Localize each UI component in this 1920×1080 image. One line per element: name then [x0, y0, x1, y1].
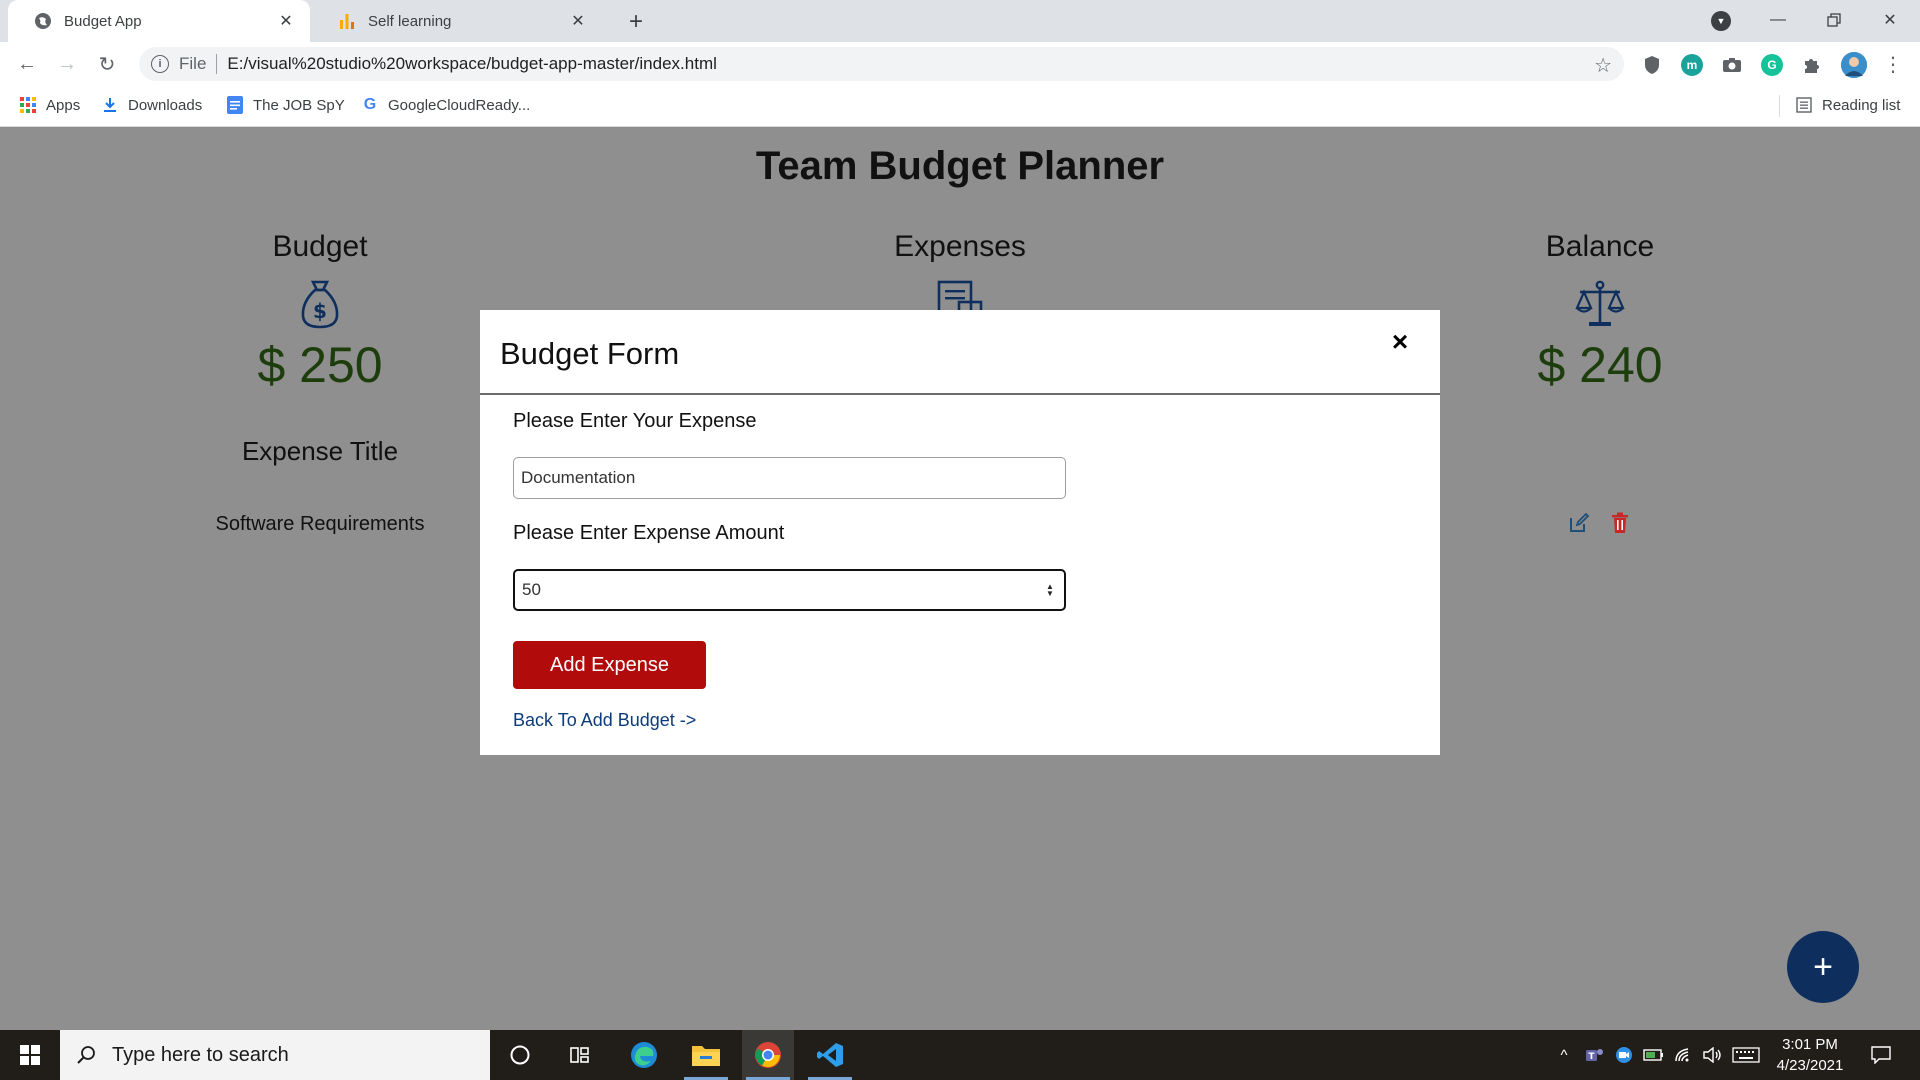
back-to-add-budget-link[interactable]: Back To Add Budget -> [513, 710, 696, 731]
tab-self-learning[interactable]: Self learning ✕ [312, 0, 602, 42]
restore-window-icon[interactable] [1806, 0, 1862, 40]
wifi-icon[interactable] [1672, 1030, 1696, 1080]
page-viewport: Team Budget Planner Budget $ $ 250 Expen… [0, 128, 1920, 1030]
budget-label: Budget [272, 230, 368, 263]
budget-form-modal: Budget Form × Please Enter Your Expense … [480, 310, 1440, 755]
puzzle-extensions-icon[interactable] [1801, 54, 1823, 76]
bookmark-apps[interactable]: Apps [19, 96, 80, 114]
bookmark-googlecloudready[interactable]: G GoogleCloudReady... [361, 96, 531, 114]
analytics-icon [338, 12, 356, 30]
number-spinner-icon[interactable]: ▲ ▼ [1046, 569, 1054, 611]
close-icon[interactable]: × [1382, 324, 1418, 360]
expenses-label: Expenses [894, 230, 1026, 263]
edit-icon[interactable] [1567, 511, 1591, 535]
clock-time: 3:01 PM [1782, 1036, 1838, 1053]
shield-extension-icon[interactable] [1641, 54, 1663, 76]
reading-list-icon [1795, 96, 1813, 114]
expense-title-input[interactable] [513, 457, 1066, 499]
taskbar-search-box[interactable]: Type here to search [60, 1030, 490, 1080]
browser-toolbar: ← → ↻ i File E:/visual%20studio%20worksp… [0, 42, 1920, 86]
meet-now-icon[interactable] [1612, 1030, 1636, 1080]
new-tab-button[interactable]: + [622, 8, 650, 36]
notifications-icon[interactable] [1866, 1030, 1896, 1080]
bookmark-label: Downloads [128, 96, 203, 114]
bookmark-star-icon[interactable]: ☆ [1594, 53, 1612, 78]
url-text[interactable]: E:/visual%20studio%20workspace/budget-ap… [227, 54, 716, 74]
browser-tabstrip: Budget App ✕ Self learning ✕ + ▼ — ✕ [0, 0, 1920, 42]
chrome-icon[interactable] [742, 1030, 794, 1080]
page-title: Team Budget Planner [755, 144, 1165, 188]
bookmark-the-job-spy[interactable]: The JOB SpY [226, 96, 345, 114]
scales-icon [1400, 278, 1800, 330]
file-explorer-icon[interactable] [680, 1030, 732, 1080]
grammarly-extension-icon[interactable]: G [1761, 54, 1783, 76]
svg-text:$: $ [313, 299, 327, 323]
volume-icon[interactable] [1700, 1030, 1724, 1080]
task-view-icon[interactable] [554, 1030, 606, 1080]
address-bar[interactable]: i File E:/visual%20studio%20workspace/bu… [139, 47, 1624, 81]
back-arrow-icon[interactable]: ← [11, 48, 43, 80]
show-hidden-icons-icon[interactable]: ^ [1552, 1030, 1576, 1080]
bookmark-label: GoogleCloudReady... [388, 96, 531, 114]
windows-start-icon[interactable] [0, 1030, 60, 1080]
vscode-icon[interactable] [804, 1030, 856, 1080]
reading-list-button[interactable]: Reading list [1795, 96, 1900, 114]
cortana-icon[interactable] [494, 1030, 546, 1080]
close-tab-icon[interactable]: ✕ [568, 11, 588, 31]
camera-extension-icon[interactable] [1721, 54, 1743, 76]
add-fab-button[interactable]: + [1787, 931, 1859, 1003]
tab-title: Self learning [368, 12, 452, 30]
google-g-icon: G [363, 96, 377, 113]
forward-arrow-icon[interactable]: → [51, 48, 83, 80]
expense-amount-input[interactable] [513, 569, 1066, 611]
download-icon [101, 96, 119, 114]
keyboard-icon[interactable] [1730, 1030, 1762, 1080]
globe-icon [34, 12, 52, 30]
teams-icon[interactable]: T [1582, 1030, 1606, 1080]
budget-summary: Budget $ $ 250 [120, 230, 520, 394]
balance-amount: $ 240 [1537, 337, 1663, 393]
url-divider [216, 54, 218, 74]
windows-taskbar: Type here to search ^ T 3:01 PM 4/23/202… [0, 1030, 1920, 1080]
reload-icon[interactable]: ↻ [91, 48, 123, 80]
reading-list-label: Reading list [1822, 96, 1901, 114]
apps-grid-icon [19, 96, 37, 114]
info-icon[interactable]: i [151, 55, 169, 73]
battery-icon[interactable] [1642, 1030, 1666, 1080]
trash-icon[interactable] [1608, 511, 1632, 535]
add-expense-button[interactable]: Add Expense [513, 641, 706, 689]
profile-avatar-icon[interactable] [1841, 52, 1867, 78]
search-icon [74, 1043, 98, 1067]
balance-label: Balance [1545, 230, 1655, 263]
bookmark-downloads[interactable]: Downloads [101, 96, 202, 114]
svg-text:T: T [1588, 1052, 1595, 1062]
bookmark-label: The JOB SpY [253, 96, 345, 114]
money-bag-icon: $ [120, 278, 520, 330]
expense-amount-label: Please Enter Expense Amount [513, 522, 785, 544]
bookmarks-divider [1779, 95, 1780, 117]
taskbar-clock[interactable]: 3:01 PM 4/23/2021 [1765, 1034, 1855, 1076]
expense-title-label: Please Enter Your Expense [513, 410, 757, 432]
bookmarks-bar: Apps Downloads The JOB SpY G GoogleCloud… [0, 86, 1920, 127]
tab-budget-app[interactable]: Budget App ✕ [8, 0, 310, 42]
expense-item-title: Software Requirements [215, 513, 425, 535]
expense-title-header: Expense Title [241, 436, 399, 466]
balance-summary: Balance $ 240 [1400, 230, 1800, 394]
search-placeholder: Type here to search [112, 1043, 289, 1066]
meet-extension-icon[interactable]: m [1681, 54, 1703, 76]
tab-title: Budget App [64, 12, 142, 30]
close-tab-icon[interactable]: ✕ [276, 11, 296, 31]
minimize-window-icon[interactable]: — [1750, 0, 1806, 40]
url-scheme: File [179, 54, 207, 73]
clock-date: 4/23/2021 [1776, 1057, 1844, 1074]
close-window-icon[interactable]: ✕ [1862, 0, 1918, 40]
modal-header: Budget Form × [480, 310, 1440, 395]
edge-icon[interactable] [618, 1030, 670, 1080]
chrome-menu-icon[interactable]: ⋮ [1877, 48, 1909, 80]
modal-title: Budget Form [500, 336, 680, 371]
bookmark-label: Apps [46, 96, 81, 114]
document-icon [226, 96, 244, 114]
budget-amount: $ 250 [257, 337, 383, 393]
tab-search-icon[interactable]: ▼ [1711, 11, 1731, 31]
